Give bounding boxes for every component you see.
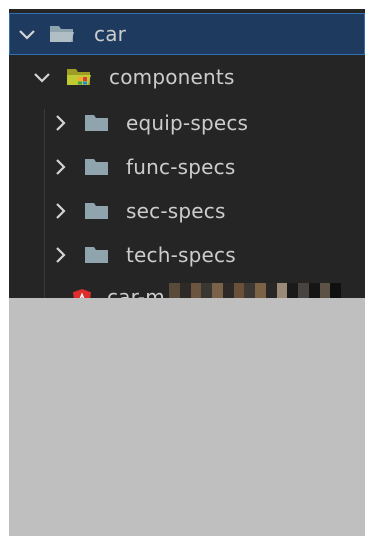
tree-item-label: func-specs — [126, 155, 236, 179]
chevron-down-icon[interactable] — [16, 23, 38, 45]
tree-item-car[interactable]: car — [9, 13, 365, 55]
tree-item-label: components — [109, 65, 235, 89]
tree-item-sec-specs[interactable]: sec-specs — [9, 189, 365, 233]
folder-icon — [83, 200, 111, 222]
tree-item-label: equip-specs — [126, 111, 249, 135]
components-folder-icon — [65, 66, 93, 88]
tree-item-tech-specs[interactable]: tech-specs — [9, 233, 365, 277]
occluded-region — [9, 298, 365, 536]
chevron-down-icon[interactable] — [31, 66, 53, 88]
file-explorer-tree: car components equip-specs func-specs se… — [9, 9, 365, 536]
folder-icon — [83, 112, 111, 134]
chevron-right-icon[interactable] — [49, 200, 71, 222]
tree-item-func-specs[interactable]: func-specs — [9, 145, 365, 189]
tree-item-label: tech-specs — [126, 243, 236, 267]
folder-icon — [83, 244, 111, 266]
open-folder-icon — [48, 23, 76, 45]
folder-icon — [83, 156, 111, 178]
tree-item-label: sec-specs — [126, 199, 226, 223]
tree-item-label: car — [94, 22, 127, 46]
tree-item-components[interactable]: components — [9, 55, 365, 99]
chevron-right-icon[interactable] — [49, 244, 71, 266]
chevron-right-icon[interactable] — [49, 156, 71, 178]
tree-item-equip-specs[interactable]: equip-specs — [9, 101, 365, 145]
chevron-right-icon[interactable] — [49, 112, 71, 134]
